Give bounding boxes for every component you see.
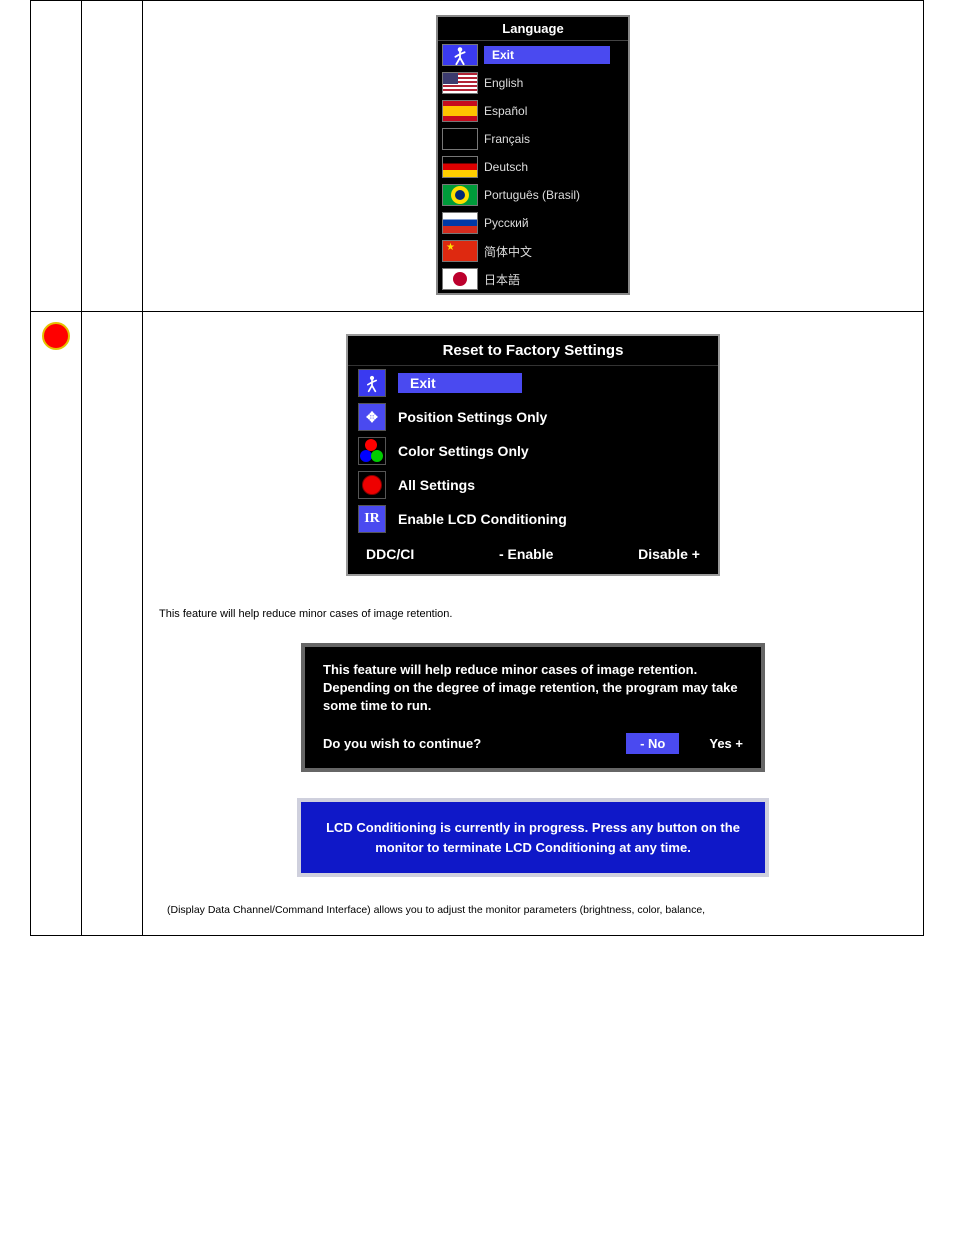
language-item-russian[interactable]: Русский [438,209,628,237]
reset-item-position[interactable]: ✥ Position Settings Only [348,400,718,434]
language-item-label: Português (Brasil) [484,188,580,202]
confirm-text: This feature will help reduce minor case… [323,661,743,716]
language-item-francais[interactable]: Français [438,125,628,153]
reset-item-label: Color Settings Only [398,443,529,459]
factory-reset-row-icon [42,322,70,350]
flag-fr-icon [442,128,478,150]
reset-item-exit[interactable]: Exit [348,366,718,400]
language-item-chinese[interactable]: 简体中文 [438,237,628,265]
reset-item-lcd-conditioning[interactable]: IR Enable LCD Conditioning [348,502,718,536]
confirm-question: Do you wish to continue? [323,736,596,751]
language-item-japanese[interactable]: 日本語 [438,265,628,293]
all-settings-icon [358,471,386,499]
disable-option[interactable]: Disable + [638,546,700,562]
language-item-label: Français [484,132,530,146]
language-item-deutsch[interactable]: Deutsch [438,153,628,181]
exit-icon [442,44,478,66]
flag-de-icon [442,156,478,178]
language-item-label: 日本語 [484,271,520,288]
flag-es-icon [442,100,478,122]
lcd-conditioning-confirm-dialog: This feature will help reduce minor case… [301,643,765,773]
ddcci-label: DDC/CI [366,546,414,562]
reset-item-all[interactable]: All Settings [348,468,718,502]
confirm-yes-button[interactable]: Yes + [709,736,743,751]
language-item-label: Español [484,104,527,118]
language-osd-menu: Language Exit English Español [436,15,630,295]
position-arrows-icon: ✥ [358,403,386,431]
rgb-circles-icon [358,437,386,465]
language-menu-title: Language [438,17,628,41]
confirm-no-button[interactable]: - No [626,733,679,754]
ir-icon: IR [358,505,386,533]
exit-icon [358,369,386,397]
language-item-label: Русский [484,216,529,230]
reset-item-label: Enable LCD Conditioning [398,511,567,527]
language-item-espanol[interactable]: Español [438,97,628,125]
factory-reset-osd-menu: Reset to Factory Settings Exit ✥ Positio… [346,334,720,576]
enable-option[interactable]: - Enable [499,546,553,562]
reset-item-label: Exit [398,373,522,393]
ddcci-description: (Display Data Channel/Command Interface)… [167,903,899,919]
language-item-label: 简体中文 [484,243,532,260]
flag-ru-icon [442,212,478,234]
reset-item-label: All Settings [398,477,475,493]
flag-us-icon [442,72,478,94]
language-item-exit[interactable]: Exit [438,41,628,69]
flag-cn-icon [442,240,478,262]
language-item-portugues[interactable]: Português (Brasil) [438,181,628,209]
reset-item-label: Position Settings Only [398,409,547,425]
lcd-conditioning-progress-banner: LCD Conditioning is currently in progres… [297,798,769,877]
language-item-label: Deutsch [484,160,528,174]
language-item-label: English [484,76,523,90]
factory-reset-title: Reset to Factory Settings [348,336,718,366]
flag-jp-icon [442,268,478,290]
reset-item-color[interactable]: Color Settings Only [348,434,718,468]
image-retention-note: This feature will help reduce minor case… [159,606,907,623]
flag-br-icon [442,184,478,206]
language-item-label: Exit [484,46,610,64]
reset-footer: DDC/CI - Enable Disable + [348,536,718,566]
language-item-english[interactable]: English [438,69,628,97]
